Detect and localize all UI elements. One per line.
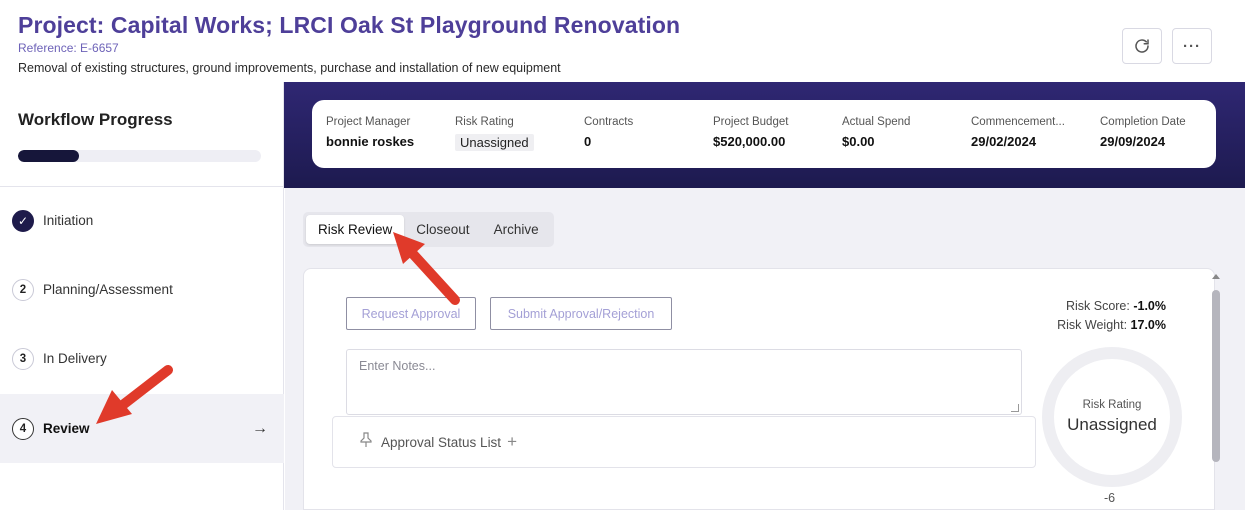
resize-handle-icon[interactable] (1011, 404, 1019, 412)
summary-contracts: Contracts 0 (584, 116, 634, 149)
submit-approval-rejection-button[interactable]: Submit Approval/Rejection (490, 297, 672, 330)
step-in-delivery[interactable]: 3 In Delivery (0, 324, 284, 393)
step-initiation[interactable]: ✓ Initiation (0, 186, 284, 255)
scroll-up-icon[interactable] (1212, 274, 1220, 279)
step-label: In Delivery (43, 351, 107, 366)
arrow-right-icon: → (252, 419, 268, 437)
risk-metrics: Risk Score: -1.0% Risk Weight: 17.0% (1057, 299, 1166, 332)
main-content: Risk Review Closeout Archive Request App… (285, 188, 1245, 510)
step-number: 2 (12, 278, 34, 301)
workflow-sidebar: Workflow Progress ✓ Initiation 2 Plannin… (0, 82, 284, 510)
request-approval-button[interactable]: Request Approval (346, 297, 476, 330)
step-planning-assessment[interactable]: 2 Planning/Assessment (0, 255, 284, 324)
project-description: Removal of existing structures, ground i… (18, 61, 561, 75)
status-badge: Unassigned (455, 134, 534, 151)
gauge-number: -6 (1104, 491, 1116, 505)
step-number: 4 (12, 417, 34, 440)
approval-status-list[interactable]: Approval Status List + (332, 416, 1036, 468)
summary-actual-spend: Actual Spend $0.00 (842, 116, 911, 149)
step-label: Review (43, 421, 90, 436)
page-header: Project: Capital Works; LRCI Oak St Play… (0, 0, 1245, 82)
tab-risk-review[interactable]: Risk Review (306, 215, 405, 244)
refresh-button[interactable] (1122, 28, 1162, 64)
check-icon: ✓ (12, 209, 34, 232)
summary-project-manager: Project Manager bonnie roskes (326, 116, 415, 149)
summary-project-budget: Project Budget $520,000.00 (713, 116, 789, 149)
approval-status-label: Approval Status List (381, 434, 502, 450)
window-edge (1245, 0, 1253, 510)
tab-bar: Risk Review Closeout Archive (303, 212, 554, 247)
workflow-progress-fill (18, 150, 79, 162)
pin-icon (359, 432, 373, 452)
workflow-progress-bar (18, 150, 261, 162)
risk-weight-value: 17.0% (1130, 318, 1166, 332)
summary-risk-rating: Risk Rating Unassigned (455, 116, 534, 152)
refresh-icon (1135, 39, 1149, 53)
gauge-label: Risk Rating (1082, 399, 1142, 411)
notes-textarea[interactable]: Enter Notes... (346, 349, 1022, 415)
app-root: Project: Capital Works; LRCI Oak St Play… (0, 0, 1253, 510)
step-review[interactable]: 4 Review → (0, 394, 284, 463)
step-label: Initiation (43, 213, 94, 228)
more-options-button[interactable]: ··· (1172, 28, 1212, 64)
summary-completion-date: Completion Date 29/09/2024 (1100, 116, 1186, 149)
project-summary-card: Project Manager bonnie roskes Risk Ratin… (312, 100, 1216, 168)
page-title: Project: Capital Works; LRCI Oak St Play… (18, 12, 681, 38)
project-reference: Reference: E-6657 (18, 41, 119, 55)
tab-archive[interactable]: Archive (482, 215, 551, 244)
step-label: Planning/Assessment (43, 282, 173, 297)
scrollbar[interactable] (1209, 270, 1223, 510)
risk-review-panel: Request Approval Submit Approval/Rejecti… (303, 268, 1215, 510)
step-number: 3 (12, 347, 34, 370)
summary-commencement: Commencement... 29/02/2024 (971, 116, 1065, 149)
risk-score-value: -1.0% (1133, 299, 1166, 313)
notes-placeholder: Enter Notes... (359, 359, 436, 373)
scrollbar-thumb[interactable] (1212, 290, 1220, 462)
risk-rating-gauge: Risk Rating Unassigned (1042, 347, 1182, 487)
project-summary-banner: Project Manager bonnie roskes Risk Ratin… (284, 82, 1245, 188)
tab-closeout[interactable]: Closeout (404, 215, 481, 244)
gauge-value: Unassigned (1067, 415, 1157, 434)
plus-icon[interactable]: + (507, 432, 517, 452)
workflow-title: Workflow Progress (18, 110, 173, 129)
more-icon: ··· (1183, 37, 1201, 55)
